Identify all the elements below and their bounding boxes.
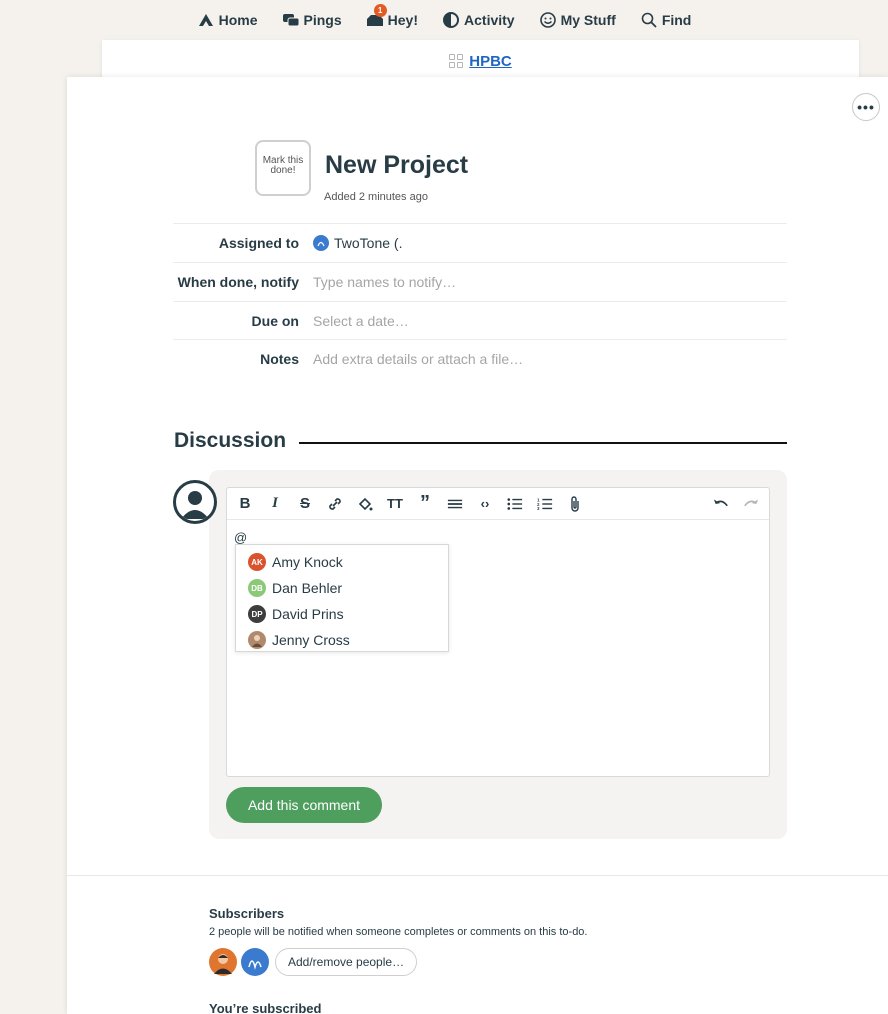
add-remove-people-button[interactable]: Add/remove people… <box>275 948 418 976</box>
mention-option-dan[interactable]: DB Dan Behler <box>236 575 448 601</box>
nav-home-label: Home <box>218 12 258 28</box>
text-size-icon[interactable]: TT <box>387 495 403 513</box>
nav-hey[interactable]: 1 Hey! <box>366 4 419 29</box>
avatar <box>248 631 266 649</box>
redo-icon[interactable] <box>743 495 759 513</box>
quote-icon[interactable]: ” <box>417 492 433 514</box>
added-timestamp: Added 2 minutes ago <box>324 191 428 203</box>
field-due-on: Due on Select a date… <box>173 301 787 340</box>
nav-hey-label: Hey! <box>387 12 419 28</box>
nav-my-stuff-label: My Stuff <box>560 12 616 28</box>
todo-card: ••• Mark this done! New Project Added 2 … <box>67 77 888 1014</box>
activity-icon <box>443 12 460 28</box>
nav-my-stuff[interactable]: My Stuff <box>539 11 616 29</box>
avatar: DP <box>248 605 266 623</box>
nav-pings-label: Pings <box>303 12 342 28</box>
field-assigned-to: Assigned to TwoTone (. <box>173 223 787 262</box>
add-comment-button[interactable]: Add this comment <box>226 787 382 823</box>
code-icon[interactable]: ‹› <box>477 495 493 513</box>
field-label: When done, notify <box>177 274 299 290</box>
search-icon <box>641 12 657 28</box>
field-notify: When done, notify Type names to notify… <box>173 262 787 301</box>
project-grid-icon <box>449 54 464 68</box>
editor-toolbar: B I S TT ” ‹› 123 <box>227 488 769 520</box>
mention-name: David Prins <box>272 606 344 622</box>
todo-title[interactable]: New Project <box>325 151 468 180</box>
discussion-divider <box>299 442 787 444</box>
more-options-button[interactable]: ••• <box>852 93 880 121</box>
bullet-list-icon[interactable] <box>507 495 523 513</box>
strikethrough-icon[interactable]: S <box>297 495 313 513</box>
notes-input[interactable]: Add extra details or attach a file… <box>313 351 523 367</box>
due-date-input[interactable]: Select a date… <box>313 313 409 329</box>
svg-text:3: 3 <box>537 506 540 511</box>
nav-find[interactable]: Find <box>640 11 692 29</box>
avatar: DB <box>248 579 266 597</box>
italic-icon[interactable]: I <box>267 495 283 513</box>
nav-activity[interactable]: Activity <box>442 11 515 29</box>
discussion-heading: Discussion <box>174 429 287 452</box>
field-label: Notes <box>260 351 299 367</box>
subscription-status: You’re subscribed <box>209 1001 322 1014</box>
mention-name: Amy Knock <box>272 554 343 570</box>
mark-done-checkbox[interactable]: Mark this done! <box>255 140 311 196</box>
numbered-list-icon[interactable]: 123 <box>537 495 553 513</box>
home-icon <box>198 14 213 26</box>
mention-option-david[interactable]: DP David Prins <box>236 601 448 627</box>
nav-activity-label: Activity <box>464 12 515 28</box>
chat-icon <box>282 14 300 27</box>
smiley-icon <box>539 12 556 28</box>
assignee-avatar-icon <box>313 235 329 251</box>
notify-input[interactable]: Type names to notify… <box>313 274 456 290</box>
current-user-avatar <box>173 480 217 524</box>
highlight-icon[interactable] <box>357 495 373 513</box>
avatar: AK <box>248 553 266 571</box>
avatar <box>241 948 269 976</box>
project-link[interactable]: HPBC <box>469 53 512 70</box>
assignee-name: TwoTone (. <box>334 235 403 251</box>
mention-option-amy[interactable]: AK Amy Knock <box>236 549 448 575</box>
nav-home[interactable]: Home <box>197 11 258 29</box>
section-divider <box>67 875 888 876</box>
avatar <box>209 948 237 976</box>
attachment-icon[interactable] <box>567 495 583 513</box>
undo-icon[interactable] <box>713 495 729 513</box>
mention-option-jenny[interactable]: Jenny Cross <box>236 627 448 653</box>
nav-pings[interactable]: Pings <box>282 11 342 29</box>
horizontal-rule-icon[interactable] <box>447 495 463 513</box>
subscribers-row: Add/remove people… <box>209 948 418 976</box>
subscribers-heading: Subscribers <box>209 906 285 921</box>
mention-name: Jenny Cross <box>272 632 350 648</box>
mention-name: Dan Behler <box>272 580 343 596</box>
comment-editor[interactable]: B I S TT ” ‹› 123 @ AK Amy Knock DB Dan … <box>226 487 770 777</box>
breadcrumb: HPBC <box>102 40 859 82</box>
editor-text: @ <box>234 530 248 545</box>
assignee-value[interactable]: TwoTone (. <box>313 235 402 251</box>
field-notes: Notes Add extra details or attach a file… <box>173 339 787 378</box>
bold-icon[interactable]: B <box>237 495 253 513</box>
subscribers-description: 2 people will be notified when someone c… <box>209 926 588 938</box>
field-label: Assigned to <box>218 235 299 251</box>
top-nav: Home Pings 1 Hey! Activity My Stuff Find <box>0 0 888 40</box>
nav-find-label: Find <box>661 12 692 28</box>
field-label: Due on <box>251 313 299 329</box>
link-icon[interactable] <box>327 495 343 513</box>
mention-dropdown: AK Amy Knock DB Dan Behler DP David Prin… <box>235 544 449 652</box>
notification-badge: 1 <box>373 4 387 17</box>
